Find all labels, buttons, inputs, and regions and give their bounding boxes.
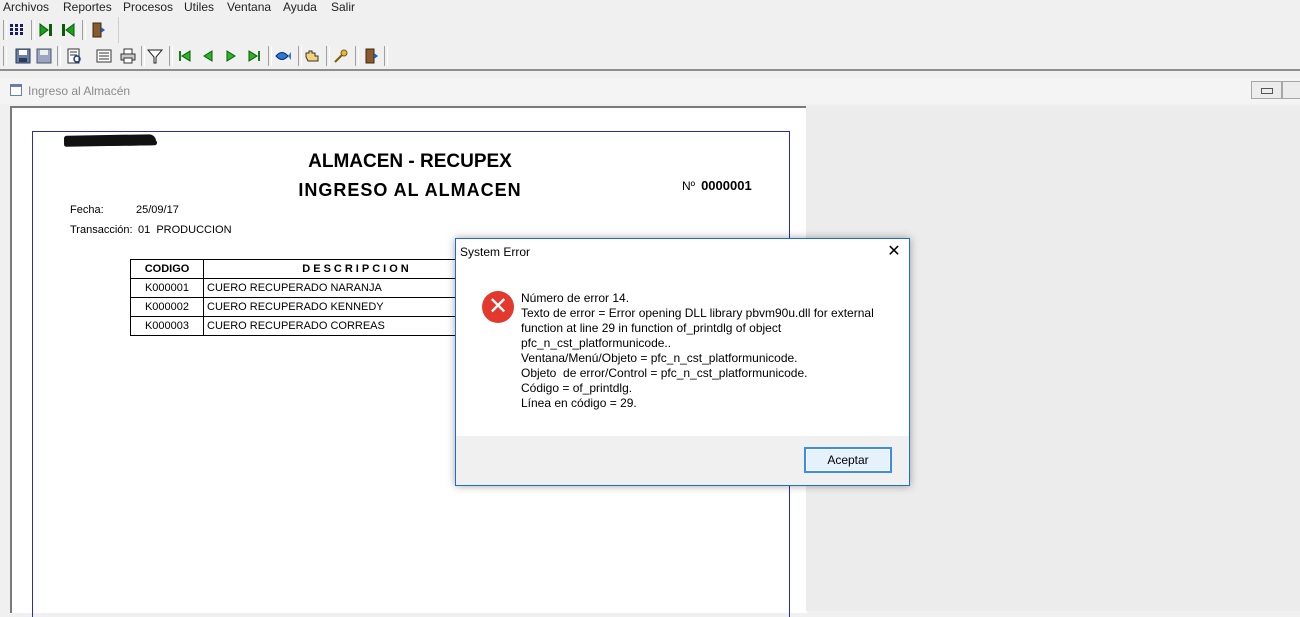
- accept-button[interactable]: Aceptar: [804, 447, 892, 473]
- menu-ayuda[interactable]: Ayuda: [283, 0, 317, 15]
- cell-codigo: K000002: [130, 297, 204, 317]
- error-line: Código = of_printdlg.: [521, 381, 633, 395]
- preview-icon[interactable]: [64, 46, 84, 66]
- menu-salir[interactable]: Salir: [331, 0, 355, 15]
- error-line: Línea en código = 29.: [521, 396, 637, 410]
- redacted-logo: [63, 134, 157, 147]
- previous-icon[interactable]: [198, 46, 218, 66]
- transaccion-label: Transacción:: [70, 224, 133, 236]
- menu-procesos[interactable]: Procesos: [123, 0, 173, 15]
- print-setup-icon[interactable]: [94, 46, 114, 66]
- forward-icon[interactable]: [36, 20, 56, 40]
- hand-icon[interactable]: [302, 46, 322, 66]
- system-error-dialog: System Error ✕ ✕ Número de error 14. Tex…: [455, 238, 910, 486]
- fecha-label: Fecha:: [70, 204, 104, 216]
- menu-utiles[interactable]: Utiles: [184, 0, 214, 15]
- dialog-footer: Aceptar: [456, 436, 909, 485]
- restore-button[interactable]: [1251, 81, 1282, 99]
- save-all-icon[interactable]: [34, 46, 54, 66]
- toolbar-separator: [384, 46, 388, 66]
- filter-icon[interactable]: [145, 46, 165, 66]
- toolbar-main: [0, 17, 119, 44]
- cell-codigo: K000001: [130, 278, 204, 298]
- toolbar-separator: [31, 20, 35, 40]
- toolbar-separator: [57, 46, 61, 66]
- report-subtitle: INGRESO AL ALMACEN: [298, 180, 522, 200]
- key-icon[interactable]: [331, 46, 351, 66]
- mdi-separator: [0, 69, 1300, 71]
- back-icon[interactable]: [58, 20, 78, 40]
- menu-bar: Archivos Reportes Procesos Utiles Ventan…: [0, 0, 1300, 16]
- child-window-title: Ingreso al Almacén: [28, 84, 131, 98]
- fecha-value: 25/09/17: [136, 204, 179, 216]
- error-line: function at line 29 in function of_print…: [521, 321, 782, 335]
- print-icon[interactable]: [118, 46, 138, 66]
- toolbar-separator: [268, 46, 272, 66]
- fish-icon[interactable]: [273, 46, 293, 66]
- toolbar-separator: [82, 20, 86, 40]
- cell-codigo: K000003: [130, 316, 204, 336]
- toolbar-separator: [169, 46, 173, 66]
- error-icon: ✕: [482, 291, 514, 323]
- toolbar-separator: [355, 46, 359, 66]
- column-header-codigo: CODIGO: [130, 259, 204, 279]
- error-line: pfc_n_cst_platformunicode..: [521, 336, 672, 350]
- document-number: Nº 0000001: [682, 178, 752, 193]
- menu-reportes[interactable]: Reportes: [63, 0, 112, 15]
- error-line: Texto de error = Error opening DLL libra…: [521, 306, 874, 320]
- toolbar-separator: [326, 46, 330, 66]
- first-icon[interactable]: [175, 46, 195, 66]
- table-row: K000003 CUERO RECUPERADO CORREAS: [130, 316, 511, 336]
- window-icon: [10, 84, 22, 96]
- grid-icon[interactable]: [7, 20, 27, 40]
- report-title: ALMACEN - RECUPEX: [308, 151, 512, 172]
- exit-icon[interactable]: [361, 46, 381, 66]
- next-icon[interactable]: [221, 46, 241, 66]
- transaccion-value: 01 PRODUCCION: [138, 224, 232, 236]
- last-icon[interactable]: [244, 46, 264, 66]
- dialog-title: System Error: [460, 245, 531, 259]
- child-window-titlebar: Ingreso al Almacén: [0, 78, 1300, 104]
- error-line: Objeto de error/Control = pfc_n_cst_plat…: [521, 366, 808, 380]
- table-row: K000002 CUERO RECUPERADO KENNEDY: [130, 297, 511, 317]
- save-icon[interactable]: [13, 46, 33, 66]
- maximize-button[interactable]: [1282, 81, 1300, 99]
- error-message: Número de error 14. Texto de error = Err…: [521, 291, 891, 411]
- menu-archivos[interactable]: Archivos: [3, 0, 49, 15]
- error-line: Número de error 14.: [521, 291, 630, 305]
- close-icon[interactable]: ✕: [884, 242, 904, 262]
- menu-ventana[interactable]: Ventana: [227, 0, 271, 15]
- toolbar-separator: [3, 46, 7, 66]
- toolbar-actions: [0, 43, 1300, 70]
- table-row: K000001 CUERO RECUPERADO NARANJA: [130, 278, 511, 298]
- error-line: Ventana/Menú/Objeto = pfc_n_cst_platform…: [521, 351, 798, 365]
- items-table: CODIGO DESCRIPCION K000001 CUERO RECUPER…: [130, 259, 511, 336]
- exit-door-icon[interactable]: [88, 20, 108, 40]
